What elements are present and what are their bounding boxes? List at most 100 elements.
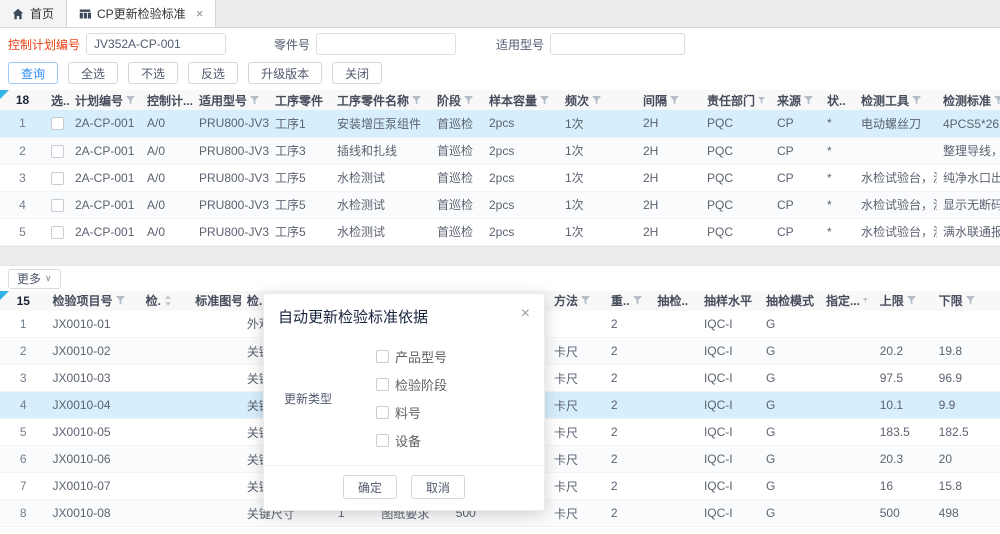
table-cell xyxy=(874,311,933,338)
invert-selection-button[interactable]: 反选 xyxy=(188,62,238,84)
filter-funnel-icon[interactable] xyxy=(250,96,259,105)
part-no-input[interactable] xyxy=(316,33,456,55)
dialog-close-icon[interactable]: × xyxy=(521,306,530,322)
option-label: 检验阶段 xyxy=(395,375,447,394)
filter-funnel-icon[interactable] xyxy=(633,296,642,305)
column-header[interactable]: 检测标准 xyxy=(937,90,1000,110)
select-all-button[interactable]: 全选 xyxy=(68,62,118,84)
column-header[interactable]: 来源 xyxy=(771,90,821,110)
filter-funnel-icon[interactable] xyxy=(540,96,549,105)
row-checkbox[interactable] xyxy=(51,117,64,130)
filter-funnel-icon[interactable] xyxy=(116,296,125,305)
filter-funnel-icon[interactable] xyxy=(758,96,765,105)
column-label: 频次 xyxy=(565,92,589,109)
tab-home[interactable]: 首页 xyxy=(0,0,67,27)
column-header[interactable]: 检验项目号 xyxy=(47,291,140,311)
table-cell xyxy=(140,419,190,446)
filter-funnel-icon[interactable] xyxy=(912,96,921,105)
cancel-button[interactable]: 取消 xyxy=(411,475,465,499)
option-product-model[interactable]: 产品型号 xyxy=(376,347,447,366)
column-header[interactable]: 状.. xyxy=(821,90,855,110)
table-cell xyxy=(189,311,241,338)
row-checkbox[interactable] xyxy=(51,145,64,158)
column-header[interactable]: 抽检.. xyxy=(651,291,698,311)
filter-funnel-icon[interactable] xyxy=(907,296,916,305)
table-row[interactable]: 22A-CP-001A/0PRU800-JV352A工序3插线和扎线首巡检2pc… xyxy=(0,137,1000,164)
table-cell: 水检试验台，测试 xyxy=(855,191,937,218)
column-header[interactable]: 工序零件名称 xyxy=(331,90,431,110)
table-cell xyxy=(140,473,190,500)
upgrade-version-button[interactable]: 升级版本 xyxy=(248,62,322,84)
table-cell xyxy=(651,392,698,419)
checkbox-icon[interactable] xyxy=(376,378,389,391)
option-inspection-stage[interactable]: 检验阶段 xyxy=(376,375,447,394)
column-header[interactable]: 上限 xyxy=(874,291,933,311)
model-input[interactable] xyxy=(550,33,685,55)
table-row[interactable]: 32A-CP-001A/0PRU800-JV352A工序5水检测试首巡检2pcs… xyxy=(0,164,1000,191)
table-cell: 1次 xyxy=(559,218,637,245)
column-header[interactable]: 计划编号 xyxy=(69,90,141,110)
column-header[interactable]: 指定... xyxy=(820,291,874,311)
column-header[interactable]: 阶段 xyxy=(431,90,483,110)
column-header[interactable]: 适用型号 xyxy=(193,90,269,110)
column-header[interactable]: 控制计... xyxy=(141,90,193,110)
filter-funnel-icon[interactable] xyxy=(804,96,813,105)
confirm-button[interactable]: 确定 xyxy=(343,475,397,499)
sort-carets-icon[interactable] xyxy=(164,295,172,306)
checkbox-icon[interactable] xyxy=(376,350,389,363)
table-row[interactable]: 42A-CP-001A/0PRU800-JV352A工序5水检测试首巡检2pcs… xyxy=(0,191,1000,218)
column-header[interactable]: 抽检模式 xyxy=(760,291,820,311)
option-equipment[interactable]: 设备 xyxy=(376,431,447,450)
column-header[interactable]: 责任部门 xyxy=(701,90,771,110)
column-header[interactable]: 抽样水平 xyxy=(698,291,760,311)
table-row[interactable]: 52A-CP-001A/0PRU800-JV352A工序5水检测试首巡检2pcs… xyxy=(0,218,1000,245)
table-cell: 1次 xyxy=(559,137,637,164)
column-label: 间隔 xyxy=(643,92,667,109)
more-button[interactable]: 更多 ∨ xyxy=(8,269,61,289)
filter-funnel-icon[interactable] xyxy=(126,96,135,105)
filter-funnel-icon[interactable] xyxy=(581,296,590,305)
table-cell xyxy=(820,365,874,392)
column-header[interactable]: 工序零件 xyxy=(269,90,331,110)
tab-cp-update-standard[interactable]: CP更新检验标准 × xyxy=(67,0,216,27)
column-header[interactable]: 间隔 xyxy=(637,90,701,110)
row-checkbox[interactable] xyxy=(51,172,64,185)
control-plan-input[interactable] xyxy=(86,33,226,55)
row-index: 7 xyxy=(0,473,47,500)
filter-funnel-icon[interactable] xyxy=(691,296,692,305)
table-cell xyxy=(140,392,190,419)
row-index: 1 xyxy=(0,110,45,137)
filter-funnel-icon[interactable] xyxy=(670,96,679,105)
column-header[interactable]: 样本容量 xyxy=(483,90,559,110)
column-header[interactable]: 检测工具 xyxy=(855,90,937,110)
filter-funnel-icon[interactable] xyxy=(863,296,868,305)
option-material-no[interactable]: 料号 xyxy=(376,403,447,422)
column-header[interactable]: 下限 xyxy=(933,291,1000,311)
table-cell: * xyxy=(821,191,855,218)
column-header[interactable]: 标准图号 xyxy=(189,291,241,311)
panel-divider xyxy=(0,246,1000,266)
close-tab-icon[interactable]: × xyxy=(196,7,204,20)
column-header[interactable]: 方法 xyxy=(548,291,605,311)
filter-funnel-icon[interactable] xyxy=(464,96,473,105)
column-header[interactable]: 检. xyxy=(140,291,190,311)
close-button[interactable]: 关闭 xyxy=(332,62,382,84)
column-header[interactable]: 重.. xyxy=(605,291,652,311)
filter-funnel-icon[interactable] xyxy=(412,96,421,105)
filter-funnel-icon[interactable] xyxy=(966,296,975,305)
select-none-button[interactable]: 不选 xyxy=(128,62,178,84)
checkbox-icon[interactable] xyxy=(376,406,389,419)
query-button[interactable]: 查询 xyxy=(8,62,58,84)
row-checkbox[interactable] xyxy=(51,199,64,212)
table-row[interactable]: 12A-CP-001A/0PRU800-JV352A工序1安装增压泵组件首巡检2… xyxy=(0,110,1000,137)
row-checkbox[interactable] xyxy=(51,226,64,239)
checkbox-icon[interactable] xyxy=(376,434,389,447)
filter-funnel-icon[interactable] xyxy=(592,96,601,105)
table-cell: 卡尺 xyxy=(548,365,605,392)
column-header[interactable]: 频次 xyxy=(559,90,637,110)
column-header[interactable]: 选.. xyxy=(45,90,69,110)
filter-funnel-icon[interactable] xyxy=(994,96,1000,105)
table-cell: 工序5 xyxy=(269,218,331,245)
part-no-label: 零件号 xyxy=(274,36,310,53)
dialog-footer: 确定 取消 xyxy=(264,465,544,510)
